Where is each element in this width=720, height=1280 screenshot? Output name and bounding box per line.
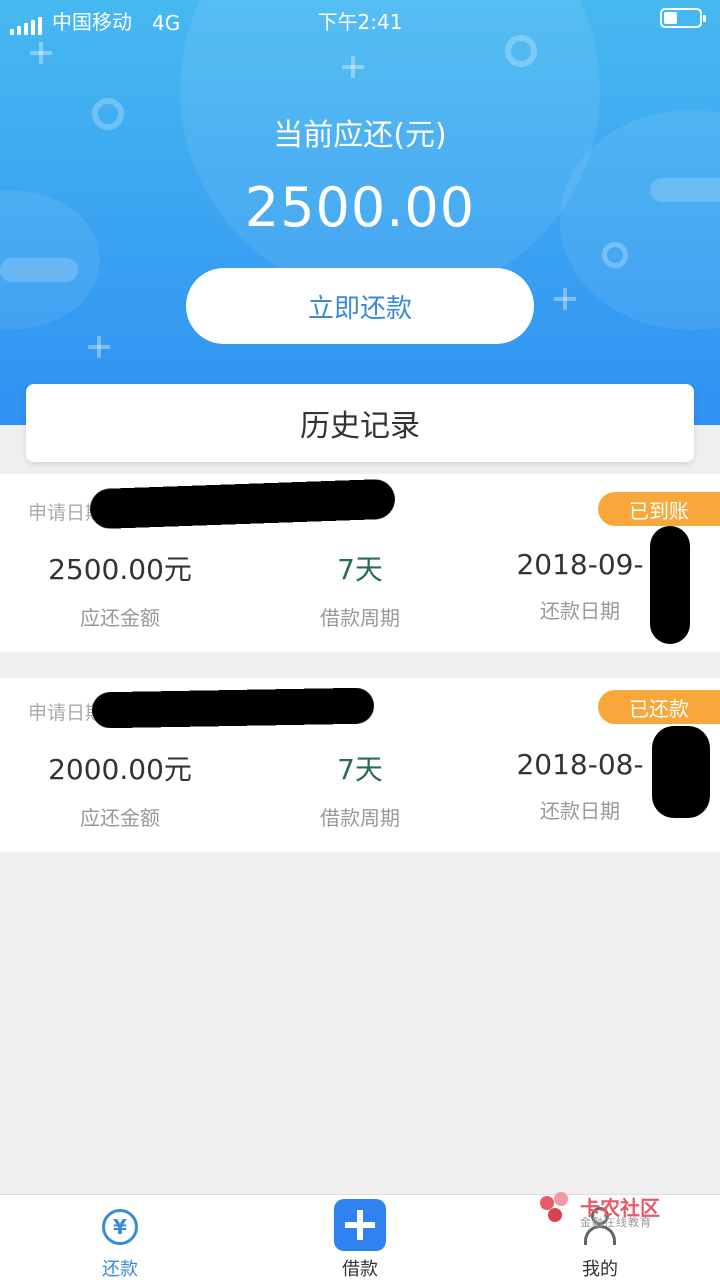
redaction-scribble bbox=[91, 687, 375, 729]
watermark-logo-icon bbox=[540, 1192, 574, 1226]
amount-label: 应还金额 bbox=[80, 606, 160, 630]
yen-circle-icon: ¥ bbox=[102, 1209, 138, 1245]
plus-decoration bbox=[554, 288, 576, 310]
redaction-scribble bbox=[89, 478, 396, 530]
period-value: 7天 bbox=[337, 553, 383, 586]
tab-label: 我的 bbox=[582, 1259, 618, 1280]
ring-decoration bbox=[505, 35, 537, 67]
tab-repay[interactable]: ¥ 还款 bbox=[0, 1195, 240, 1280]
pill-decoration bbox=[0, 258, 78, 282]
battery-icon bbox=[660, 8, 706, 28]
plus-decoration bbox=[342, 56, 364, 78]
period-value: 7天 bbox=[337, 753, 383, 786]
period-label: 借款周期 bbox=[320, 806, 400, 830]
status-badge: 已还款 bbox=[598, 690, 720, 724]
period-label: 借款周期 bbox=[320, 606, 400, 630]
record-card[interactable]: 申请日期 已到账 2500.00元 应还金额 7天 借款周期 2018-09- … bbox=[0, 474, 720, 652]
amount-value: 2500.00元 bbox=[48, 553, 192, 586]
redaction-scribble bbox=[652, 726, 710, 818]
status-time: 下午2:41 bbox=[317, 10, 403, 34]
tab-label: 还款 bbox=[102, 1259, 138, 1280]
watermark: 卡农社区 金融在线教育 bbox=[540, 1190, 710, 1230]
history-title: 历史记录 bbox=[26, 384, 694, 462]
amount-value: 2000.00元 bbox=[48, 753, 192, 786]
repay-now-button[interactable]: 立即还款 bbox=[186, 268, 534, 344]
due-label: 当前应还(元) bbox=[273, 118, 447, 153]
redaction-scribble bbox=[650, 526, 690, 644]
due-amount: 2500.00 bbox=[244, 176, 476, 239]
ring-decoration bbox=[602, 242, 628, 268]
amount-label: 应还金额 bbox=[80, 806, 160, 830]
plus-decoration bbox=[88, 336, 110, 358]
tab-label: 借款 bbox=[342, 1259, 378, 1280]
status-badge: 已到账 bbox=[598, 492, 720, 526]
header-banner: 中国移动 4G 下午2:41 当前应还(元) 2500.00 立即还款 bbox=[0, 0, 720, 425]
record-card[interactable]: 申请日期 已还款 2000.00元 应还金额 7天 借款周期 2018-08- … bbox=[0, 678, 720, 852]
plus-decoration bbox=[30, 42, 52, 64]
repayment-screen: 中国移动 4G 下午2:41 当前应还(元) 2500.00 立即还款 历史记录… bbox=[0, 0, 720, 1280]
plus-icon[interactable] bbox=[334, 1199, 386, 1251]
watermark-subtitle: 金融在线教育 bbox=[580, 1216, 652, 1229]
status-bar: 中国移动 4G 下午2:41 bbox=[0, 0, 720, 36]
